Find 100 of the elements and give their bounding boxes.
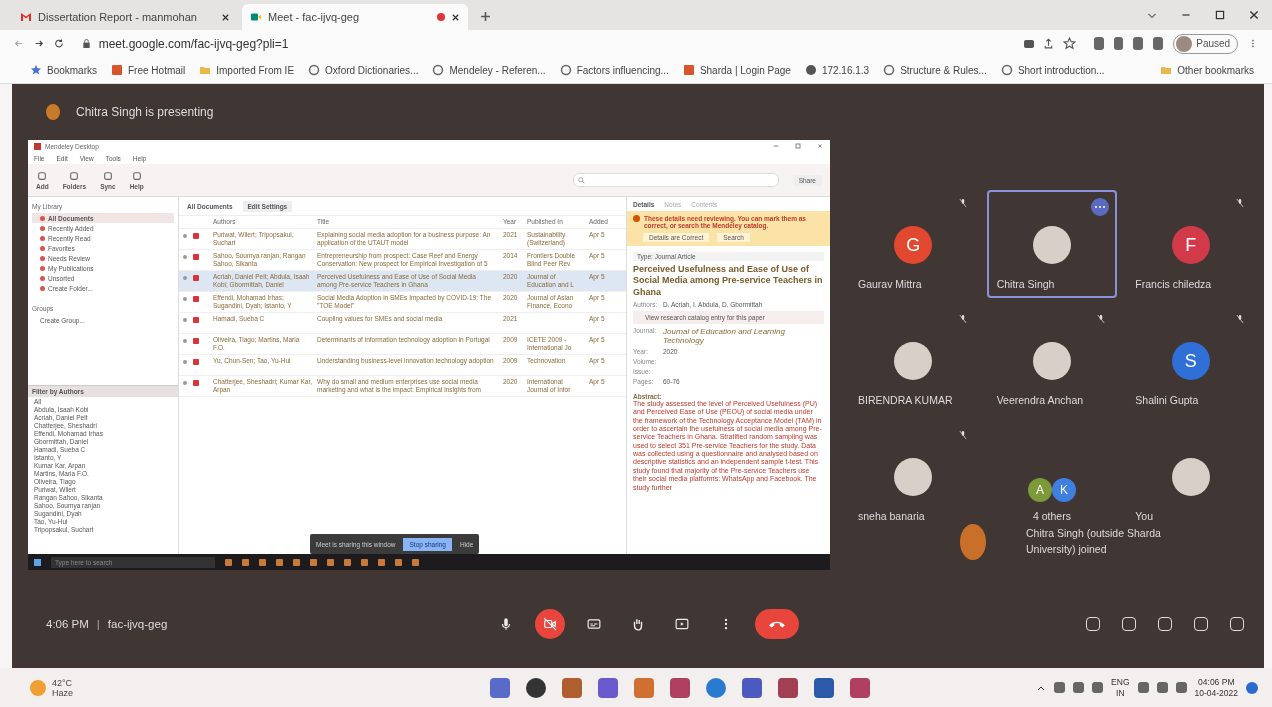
site-icon: [111, 64, 123, 76]
bookmark-link[interactable]: Short introduction...: [1000, 64, 1105, 76]
participant-tile[interactable]: G Gaurav Mittra: [848, 190, 979, 298]
pdf-icon: [193, 296, 199, 302]
mic-off-icon: [1236, 198, 1244, 208]
restore-icon[interactable]: [1214, 9, 1226, 21]
globe-icon: [804, 64, 817, 76]
participant-name: sneha banaria: [858, 510, 925, 522]
app-icon[interactable]: [412, 558, 419, 566]
camera-off-button[interactable]: [535, 609, 565, 639]
participant-name: BIRENDRA KUMAR: [858, 394, 953, 406]
search-icon: [577, 176, 585, 184]
end-call-button[interactable]: [755, 609, 799, 639]
site-icon: [883, 64, 896, 76]
toolbar-icon: [37, 170, 48, 181]
app-logo-icon: [34, 142, 41, 150]
mail-icon: [20, 12, 32, 22]
app-icon[interactable]: [378, 558, 385, 566]
site-icon: [1000, 64, 1013, 76]
avatar-photo-placeholder: [46, 104, 60, 120]
camera-icon[interactable]: [1023, 39, 1034, 48]
extension-icon[interactable]: [1113, 37, 1124, 50]
participant-tile[interactable]: F Francis chiledza: [1125, 190, 1256, 298]
separator-text: |: [96, 618, 100, 630]
avatar-letter: K: [1052, 478, 1076, 502]
app-icon[interactable]: [225, 558, 232, 566]
bookmark-link[interactable]: Imported From IE: [199, 64, 295, 76]
close-icon[interactable]: [221, 12, 230, 22]
notification-icon[interactable]: [1246, 681, 1258, 694]
weather-label: Haze: [52, 687, 73, 698]
close-icon[interactable]: [451, 12, 460, 22]
pdf-icon: [193, 233, 199, 239]
bookmark-link[interactable]: Factors influencing...: [559, 64, 669, 76]
bookmark-link[interactable]: Oxford Dictionaries...: [308, 64, 419, 76]
app-icon[interactable]: [310, 558, 317, 566]
app-icon[interactable]: [242, 558, 249, 566]
taskbar-app-icon[interactable]: [849, 677, 870, 698]
app-icon[interactable]: [293, 558, 300, 566]
extension-icon[interactable]: [1133, 37, 1144, 50]
maximize-icon[interactable]: [794, 142, 802, 150]
participant-name: Francis chiledza: [1135, 278, 1212, 290]
read-status-icon: [183, 255, 187, 259]
pdf-icon: [193, 338, 199, 344]
reload-icon[interactable]: [53, 37, 64, 50]
app-icon[interactable]: [395, 558, 402, 566]
participant-tile[interactable]: BIRENDRA KUMAR: [848, 306, 979, 414]
pdf-icon: [193, 380, 199, 386]
site-icon: [682, 64, 695, 76]
app-icon[interactable]: [259, 558, 266, 566]
captions-icon: [587, 617, 601, 631]
bookmark-link[interactable]: Structure & Rules...: [883, 64, 987, 76]
mic-off-icon: [1236, 314, 1244, 324]
participant-name: Veerendra Anchan: [996, 394, 1084, 406]
toolbar-icon: [69, 170, 80, 181]
browser-tab[interactable]: Dissertation Report - manmohan: [12, 4, 238, 30]
participant-name: 4 others: [1033, 510, 1071, 522]
bookmark-link[interactable]: Sharda | Login Page: [682, 64, 791, 76]
pdf-icon: [193, 275, 199, 281]
taskbar-app-icon[interactable]: [777, 677, 798, 698]
taskbar-app-icon[interactable]: [741, 677, 762, 698]
camera-off-icon: [543, 617, 557, 631]
browser-tab[interactable]: Meet - fac-ijvq-geg: [242, 4, 468, 30]
extension-icon[interactable]: [1093, 37, 1104, 50]
participant-tile[interactable]: sneha banaria: [848, 422, 979, 530]
taskbar-app-icon[interactable]: [525, 677, 546, 698]
taskbar-app-icon[interactable]: [813, 677, 834, 698]
language-label[interactable]: ENG: [1111, 677, 1130, 688]
bookmark-link[interactable]: Free Hotmail: [111, 64, 186, 76]
read-status-icon: [183, 234, 187, 238]
new-tab-icon[interactable]: [480, 11, 491, 22]
read-status-icon: [183, 276, 187, 280]
windows-start-icon[interactable]: [34, 558, 41, 566]
app-icon[interactable]: [327, 558, 334, 566]
close-icon[interactable]: [1248, 9, 1260, 21]
mic-off-icon: [1097, 314, 1106, 324]
participant-tile[interactable]: Veerendra Anchan: [986, 306, 1118, 414]
bookmark-link[interactable]: Mendeley - Referen...: [432, 64, 546, 76]
clock-time[interactable]: 04:06 PM: [1198, 677, 1235, 688]
search-field[interactable]: [572, 173, 779, 187]
participant-name: Gaurav Mittra: [858, 278, 922, 290]
bookmark-link[interactable]: 172.16.1.3: [804, 64, 870, 76]
participant-tile[interactable]: S Shalini Gupta: [1125, 306, 1256, 414]
extension-icon[interactable]: [1153, 37, 1164, 50]
read-status-icon: [183, 297, 187, 301]
star-icon: [30, 64, 42, 76]
app-icon[interactable]: [361, 558, 368, 566]
app-icon[interactable]: [344, 558, 351, 566]
document-title: Perceived Usefulness and Ease of Use of Social Media among Pre-service Teachers in Ghana: [633, 264, 824, 298]
video-camera-icon: [250, 12, 262, 22]
present-screen-icon: [675, 617, 689, 631]
avatar-photo-placeholder: [1171, 458, 1210, 496]
participant-tile[interactable]: Chitra Singh: [986, 190, 1118, 298]
app-icon[interactable]: [276, 558, 283, 566]
weather-icon: [30, 679, 46, 696]
field-value: Journal of Education and Learning Technology: [663, 326, 786, 345]
star-icon[interactable]: [1062, 37, 1076, 50]
site-icon: [432, 64, 445, 76]
taskbar-app-icon[interactable]: [669, 677, 690, 698]
bookmark-folder[interactable]: Other bookmarks: [1160, 64, 1254, 76]
bookmark-link[interactable]: Bookmarks: [30, 64, 97, 76]
